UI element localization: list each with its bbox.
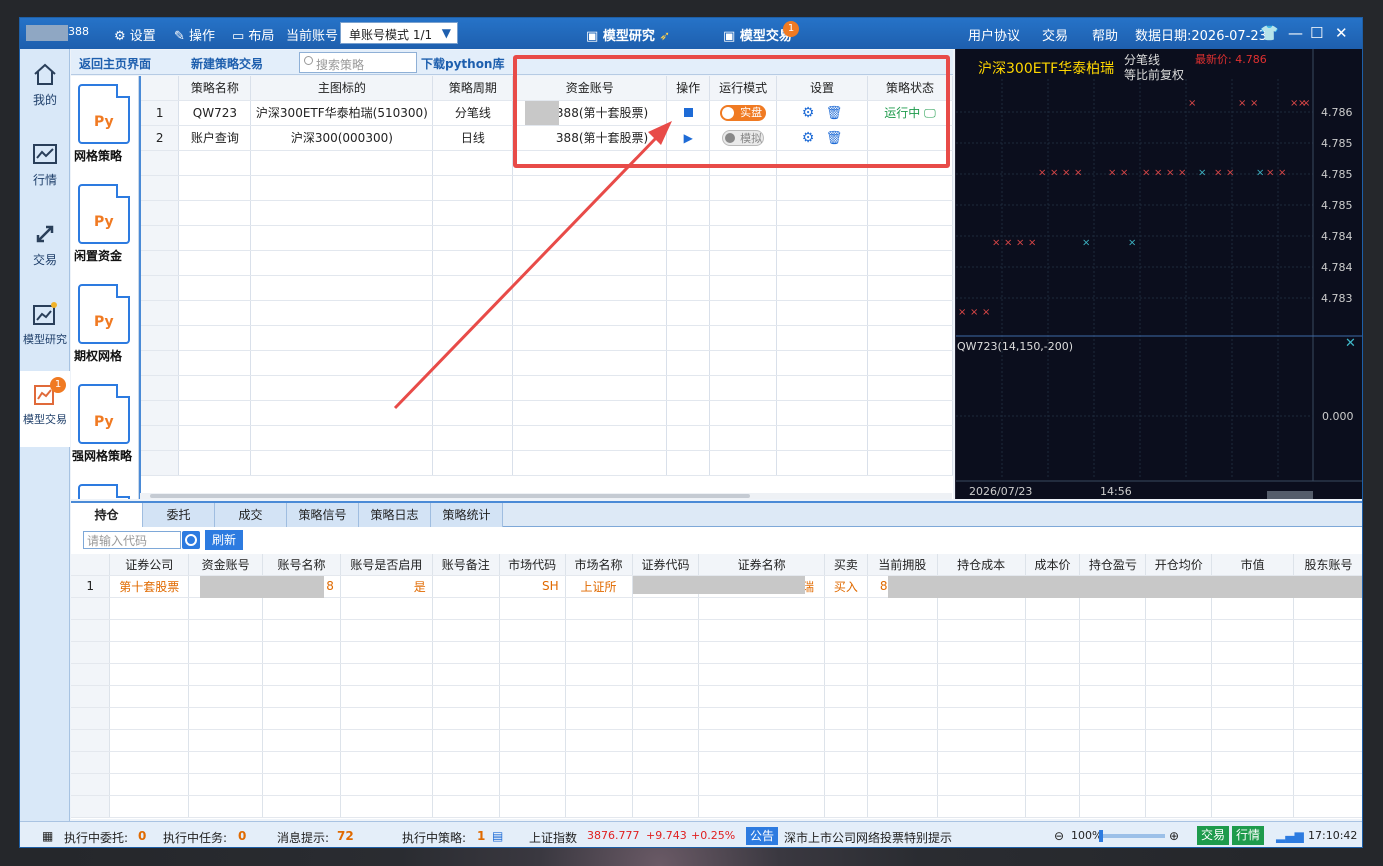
annotation-arrow xyxy=(393,121,672,410)
arrow-line xyxy=(393,136,658,410)
